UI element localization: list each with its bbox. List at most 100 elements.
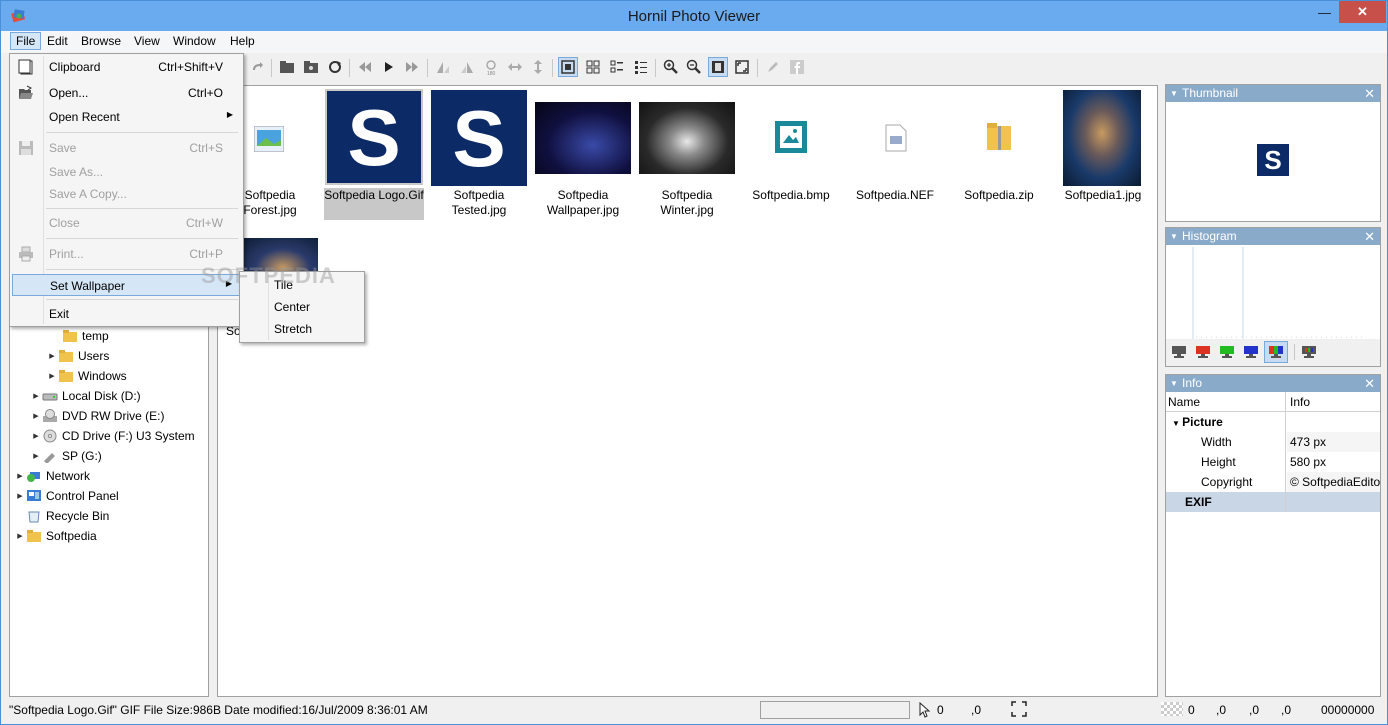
first-image-icon[interactable] — [355, 57, 375, 77]
close-panel-icon[interactable]: ✕ — [1364, 228, 1375, 245]
tree-item-sp-g[interactable]: ▶ SP (G:) — [30, 446, 102, 466]
tree-item-softpedia[interactable]: ▶ Softpedia — [14, 526, 96, 546]
title-bar[interactable]: Hornil Photo Viewer — ✕ — [1, 1, 1387, 31]
expand-arrow-icon[interactable]: ▶ — [14, 472, 26, 480]
menu-browse[interactable]: Browse — [76, 33, 126, 51]
tree-item-temp[interactable]: temp — [50, 326, 109, 346]
expand-arrow-icon[interactable]: ▶ — [46, 372, 58, 380]
menu-item-exit[interactable]: Exit — [12, 303, 241, 325]
close-panel-icon[interactable]: ✕ — [1364, 85, 1375, 102]
column-header-name[interactable]: Name — [1166, 392, 1286, 412]
column-header-info[interactable]: Info — [1287, 392, 1380, 412]
tree-item-dvd-drive[interactable]: ▶ DVD RW Drive (E:) — [30, 406, 164, 426]
tree-item-control-panel[interactable]: ▶ Control Panel — [14, 486, 118, 506]
panel-header[interactable]: ▼ Thumbnail ✕ — [1166, 85, 1380, 102]
menu-file[interactable]: File — [10, 32, 42, 50]
menu-item-close[interactable]: Close Ctrl+W — [12, 212, 241, 234]
rotate-180-icon[interactable]: 180 — [481, 57, 501, 77]
collapse-arrow-icon[interactable]: ▼ — [1170, 228, 1178, 245]
panel-header[interactable]: ▼ Histogram ✕ — [1166, 228, 1380, 245]
info-group-exif[interactable]: EXIF — [1166, 492, 1380, 512]
svg-text:180: 180 — [487, 71, 496, 75]
expand-arrow-icon[interactable]: ▶ — [30, 392, 42, 400]
tree-item-network[interactable]: ▶ Network — [14, 466, 90, 486]
last-image-icon[interactable] — [402, 57, 422, 77]
thumbnail-item[interactable]: Softpedia Wallpaper.jpg — [533, 88, 633, 218]
channel-green-icon[interactable] — [1220, 346, 1234, 358]
thumbnail-panel: ▼ Thumbnail ✕ S — [1165, 84, 1381, 222]
menu-item-save-as[interactable]: Save As... — [12, 161, 241, 183]
menu-help[interactable]: Help — [225, 33, 260, 51]
details-view-icon[interactable] — [631, 57, 651, 77]
submenu-item-stretch[interactable]: Stretch — [274, 322, 312, 336]
channel-all-icon[interactable] — [1302, 346, 1316, 358]
open-folder-icon[interactable] — [277, 57, 297, 77]
redo-icon[interactable] — [247, 57, 267, 77]
submenu-item-center[interactable]: Center — [274, 300, 310, 314]
thumbnail-item[interactable]: Softpedia Winter.jpg — [637, 88, 737, 218]
thumbnail-item[interactable]: Softpedia1.jpg — [1053, 88, 1153, 218]
rotate-left-icon[interactable] — [433, 57, 453, 77]
list-view-icon[interactable] — [607, 57, 627, 77]
tree-item-recycle-bin[interactable]: Recycle Bin — [26, 506, 109, 526]
menu-item-print[interactable]: Print... Ctrl+P — [12, 243, 241, 265]
info-row[interactable]: Copyright © SoftpediaEdito — [1166, 472, 1380, 492]
channel-luminance-icon[interactable] — [1172, 346, 1186, 358]
menu-window[interactable]: Window — [168, 33, 221, 51]
channel-red-icon[interactable] — [1196, 346, 1210, 358]
status-file-info: "Softpedia Logo.Gif" GIF File Size:986B … — [9, 703, 428, 717]
zoom-out-icon[interactable] — [684, 57, 704, 77]
edit-pencil-icon[interactable] — [763, 57, 783, 77]
info-group-picture[interactable]: ▼ Picture — [1166, 412, 1380, 432]
expand-arrow-icon[interactable]: ▶ — [14, 492, 26, 500]
tree-item-label: SP (G:) — [62, 449, 102, 463]
tree-item-cd-drive[interactable]: ▶ CD Drive (F:) U3 System — [30, 426, 194, 446]
panel-header[interactable]: ▼ Info ✕ — [1166, 375, 1380, 392]
minimize-button[interactable]: — — [1310, 1, 1339, 23]
zoom-in-icon[interactable] — [661, 57, 681, 77]
collapse-arrow-icon[interactable]: ▼ — [1170, 375, 1178, 392]
menu-item-clipboard[interactable]: Clipboard Ctrl+Shift+V — [12, 56, 241, 78]
menu-item-save[interactable]: Save Ctrl+S — [12, 137, 241, 159]
grid-view-icon[interactable] — [583, 57, 603, 77]
facebook-icon[interactable] — [787, 57, 807, 77]
thumbnail-item[interactable]: Softpedia.bmp — [741, 88, 841, 218]
flip-horizontal-icon[interactable] — [505, 57, 525, 77]
expand-arrow-icon[interactable]: ▶ — [14, 532, 26, 540]
cursor-x: 0 — [937, 703, 944, 717]
channel-rgb-button[interactable] — [1264, 341, 1288, 363]
expand-arrow-icon[interactable]: ▶ — [46, 352, 58, 360]
menu-view[interactable]: View — [129, 33, 165, 51]
close-window-button[interactable]: ✕ — [1339, 1, 1386, 23]
tree-item-local-disk-d[interactable]: ▶ Local Disk (D:) — [30, 386, 140, 406]
thumbnail-browser[interactable]: Softpedia Forest.jpg S Softpedia Logo.Gi… — [217, 85, 1158, 697]
thumbnail-item-selected[interactable]: S Softpedia Logo.Gif — [324, 88, 424, 220]
wallpaper-image — [535, 102, 631, 174]
refresh-icon[interactable] — [325, 57, 345, 77]
channel-blue-icon[interactable] — [1244, 346, 1258, 358]
info-row[interactable]: Width 473 px — [1166, 432, 1380, 452]
menu-item-open[interactable]: Open... Ctrl+O — [12, 82, 241, 104]
expand-arrow-icon[interactable]: ▶ — [30, 432, 42, 440]
fit-window-icon[interactable] — [708, 57, 728, 77]
rotate-right-icon[interactable] — [457, 57, 477, 77]
info-row[interactable]: Height 580 px — [1166, 452, 1380, 472]
submenu-arrow-icon: ▶ — [226, 110, 233, 119]
tree-item-users[interactable]: ▶ Users — [46, 346, 109, 366]
menu-edit[interactable]: Edit — [42, 33, 73, 51]
expand-arrow-icon[interactable]: ▶ — [30, 412, 42, 420]
tree-item-windows[interactable]: ▶ Windows — [46, 366, 126, 386]
fullscreen-icon[interactable] — [732, 57, 752, 77]
thumbnail-item[interactable]: Softpedia.zip — [949, 88, 1049, 218]
play-icon[interactable] — [379, 57, 399, 77]
thumbnail-item[interactable]: S Softpedia Tested.jpg — [429, 88, 529, 218]
menu-item-save-copy[interactable]: Save A Copy... — [12, 183, 241, 205]
thumbnail-item[interactable]: Softpedia.NEF — [845, 88, 945, 218]
menu-item-open-recent[interactable]: Open Recent ▶ — [12, 106, 241, 128]
browse-folder-icon[interactable] — [301, 57, 321, 77]
single-view-icon[interactable] — [558, 57, 578, 77]
close-panel-icon[interactable]: ✕ — [1364, 375, 1375, 392]
collapse-arrow-icon[interactable]: ▼ — [1170, 85, 1178, 102]
expand-arrow-icon[interactable]: ▶ — [30, 452, 42, 460]
flip-vertical-icon[interactable] — [528, 57, 548, 77]
